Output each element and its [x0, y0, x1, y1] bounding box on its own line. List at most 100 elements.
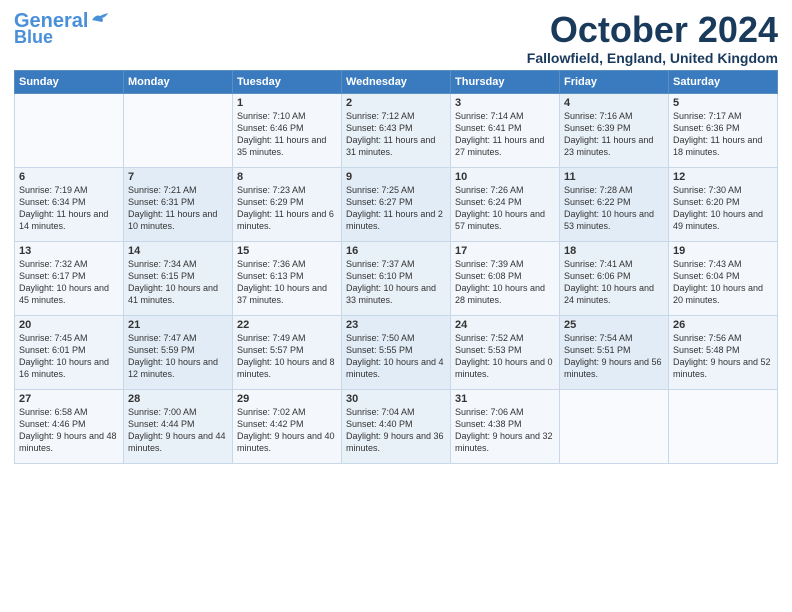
cell-content: Sunrise: 7:26 AMSunset: 6:24 PMDaylight:… — [455, 184, 555, 233]
calendar-cell: 12Sunrise: 7:30 AMSunset: 6:20 PMDayligh… — [669, 167, 778, 241]
cell-content: Sunrise: 7:10 AMSunset: 6:46 PMDaylight:… — [237, 110, 337, 159]
day-number: 24 — [455, 319, 555, 331]
location-title: Fallowfield, England, United Kingdom — [527, 50, 778, 66]
cell-content: Sunrise: 7:32 AMSunset: 6:17 PMDaylight:… — [19, 258, 119, 307]
cell-content: Sunrise: 7:21 AMSunset: 6:31 PMDaylight:… — [128, 184, 228, 233]
day-number: 11 — [564, 171, 664, 183]
day-number: 9 — [346, 171, 446, 183]
day-header-wednesday: Wednesday — [342, 70, 451, 93]
calendar-cell: 29Sunrise: 7:02 AMSunset: 4:42 PMDayligh… — [233, 389, 342, 463]
day-number: 12 — [673, 171, 773, 183]
calendar-cell — [15, 93, 124, 167]
cell-content: Sunrise: 7:45 AMSunset: 6:01 PMDaylight:… — [19, 332, 119, 381]
header: General Blue October 2024 Fallowfield, E… — [14, 10, 778, 66]
day-number: 20 — [19, 319, 119, 331]
day-number: 2 — [346, 97, 446, 109]
day-number: 28 — [128, 393, 228, 405]
day-header-monday: Monday — [124, 70, 233, 93]
day-header-saturday: Saturday — [669, 70, 778, 93]
cell-content: Sunrise: 7:28 AMSunset: 6:22 PMDaylight:… — [564, 184, 664, 233]
calendar-cell: 24Sunrise: 7:52 AMSunset: 5:53 PMDayligh… — [451, 315, 560, 389]
logo-blue: Blue — [14, 28, 53, 48]
calendar-week-1: 1Sunrise: 7:10 AMSunset: 6:46 PMDaylight… — [15, 93, 778, 167]
day-number: 6 — [19, 171, 119, 183]
day-header-sunday: Sunday — [15, 70, 124, 93]
cell-content: Sunrise: 7:04 AMSunset: 4:40 PMDaylight:… — [346, 406, 446, 455]
day-number: 7 — [128, 171, 228, 183]
day-number: 27 — [19, 393, 119, 405]
calendar-cell: 27Sunrise: 6:58 AMSunset: 4:46 PMDayligh… — [15, 389, 124, 463]
calendar-cell — [124, 93, 233, 167]
day-number: 18 — [564, 245, 664, 257]
cell-content: Sunrise: 7:56 AMSunset: 5:48 PMDaylight:… — [673, 332, 773, 381]
logo: General Blue — [14, 10, 110, 48]
calendar-week-5: 27Sunrise: 6:58 AMSunset: 4:46 PMDayligh… — [15, 389, 778, 463]
cell-content: Sunrise: 7:19 AMSunset: 6:34 PMDaylight:… — [19, 184, 119, 233]
day-number: 15 — [237, 245, 337, 257]
calendar-cell: 19Sunrise: 7:43 AMSunset: 6:04 PMDayligh… — [669, 241, 778, 315]
cell-content: Sunrise: 7:06 AMSunset: 4:38 PMDaylight:… — [455, 406, 555, 455]
cell-content: Sunrise: 7:16 AMSunset: 6:39 PMDaylight:… — [564, 110, 664, 159]
day-number: 10 — [455, 171, 555, 183]
cell-content: Sunrise: 7:23 AMSunset: 6:29 PMDaylight:… — [237, 184, 337, 233]
calendar-cell: 20Sunrise: 7:45 AMSunset: 6:01 PMDayligh… — [15, 315, 124, 389]
calendar-cell — [560, 389, 669, 463]
calendar-cell: 21Sunrise: 7:47 AMSunset: 5:59 PMDayligh… — [124, 315, 233, 389]
calendar-cell: 5Sunrise: 7:17 AMSunset: 6:36 PMDaylight… — [669, 93, 778, 167]
calendar-table: SundayMondayTuesdayWednesdayThursdayFrid… — [14, 70, 778, 464]
cell-content: Sunrise: 7:43 AMSunset: 6:04 PMDaylight:… — [673, 258, 773, 307]
cell-content: Sunrise: 7:39 AMSunset: 6:08 PMDaylight:… — [455, 258, 555, 307]
calendar-cell: 13Sunrise: 7:32 AMSunset: 6:17 PMDayligh… — [15, 241, 124, 315]
cell-content: Sunrise: 7:49 AMSunset: 5:57 PMDaylight:… — [237, 332, 337, 381]
day-number: 13 — [19, 245, 119, 257]
calendar-cell: 2Sunrise: 7:12 AMSunset: 6:43 PMDaylight… — [342, 93, 451, 167]
calendar-week-3: 13Sunrise: 7:32 AMSunset: 6:17 PMDayligh… — [15, 241, 778, 315]
cell-content: Sunrise: 7:54 AMSunset: 5:51 PMDaylight:… — [564, 332, 664, 381]
calendar-cell: 4Sunrise: 7:16 AMSunset: 6:39 PMDaylight… — [560, 93, 669, 167]
cell-content: Sunrise: 7:47 AMSunset: 5:59 PMDaylight:… — [128, 332, 228, 381]
cell-content: Sunrise: 7:50 AMSunset: 5:55 PMDaylight:… — [346, 332, 446, 381]
day-number: 4 — [564, 97, 664, 109]
day-number: 30 — [346, 393, 446, 405]
calendar-cell: 17Sunrise: 7:39 AMSunset: 6:08 PMDayligh… — [451, 241, 560, 315]
day-number: 1 — [237, 97, 337, 109]
day-number: 21 — [128, 319, 228, 331]
day-number: 5 — [673, 97, 773, 109]
calendar-cell: 30Sunrise: 7:04 AMSunset: 4:40 PMDayligh… — [342, 389, 451, 463]
calendar-cell: 8Sunrise: 7:23 AMSunset: 6:29 PMDaylight… — [233, 167, 342, 241]
cell-content: Sunrise: 7:12 AMSunset: 6:43 PMDaylight:… — [346, 110, 446, 159]
day-header-thursday: Thursday — [451, 70, 560, 93]
calendar-week-4: 20Sunrise: 7:45 AMSunset: 6:01 PMDayligh… — [15, 315, 778, 389]
cell-content: Sunrise: 7:34 AMSunset: 6:15 PMDaylight:… — [128, 258, 228, 307]
day-number: 31 — [455, 393, 555, 405]
day-number: 17 — [455, 245, 555, 257]
calendar-header-row: SundayMondayTuesdayWednesdayThursdayFrid… — [15, 70, 778, 93]
cell-content: Sunrise: 7:41 AMSunset: 6:06 PMDaylight:… — [564, 258, 664, 307]
cell-content: Sunrise: 7:17 AMSunset: 6:36 PMDaylight:… — [673, 110, 773, 159]
calendar-cell: 22Sunrise: 7:49 AMSunset: 5:57 PMDayligh… — [233, 315, 342, 389]
calendar-cell: 23Sunrise: 7:50 AMSunset: 5:55 PMDayligh… — [342, 315, 451, 389]
calendar-cell: 14Sunrise: 7:34 AMSunset: 6:15 PMDayligh… — [124, 241, 233, 315]
cell-content: Sunrise: 7:30 AMSunset: 6:20 PMDaylight:… — [673, 184, 773, 233]
cell-content: Sunrise: 6:58 AMSunset: 4:46 PMDaylight:… — [19, 406, 119, 455]
title-block: October 2024 Fallowfield, England, Unite… — [527, 10, 778, 66]
calendar-cell: 28Sunrise: 7:00 AMSunset: 4:44 PMDayligh… — [124, 389, 233, 463]
day-number: 8 — [237, 171, 337, 183]
calendar-cell: 3Sunrise: 7:14 AMSunset: 6:41 PMDaylight… — [451, 93, 560, 167]
cell-content: Sunrise: 7:36 AMSunset: 6:13 PMDaylight:… — [237, 258, 337, 307]
calendar-cell: 25Sunrise: 7:54 AMSunset: 5:51 PMDayligh… — [560, 315, 669, 389]
page-container: General Blue October 2024 Fallowfield, E… — [0, 0, 792, 470]
day-number: 25 — [564, 319, 664, 331]
day-number: 26 — [673, 319, 773, 331]
day-number: 16 — [346, 245, 446, 257]
day-number: 3 — [455, 97, 555, 109]
day-header-friday: Friday — [560, 70, 669, 93]
calendar-cell — [669, 389, 778, 463]
calendar-cell: 15Sunrise: 7:36 AMSunset: 6:13 PMDayligh… — [233, 241, 342, 315]
calendar-cell: 7Sunrise: 7:21 AMSunset: 6:31 PMDaylight… — [124, 167, 233, 241]
calendar-cell: 16Sunrise: 7:37 AMSunset: 6:10 PMDayligh… — [342, 241, 451, 315]
calendar-cell: 10Sunrise: 7:26 AMSunset: 6:24 PMDayligh… — [451, 167, 560, 241]
cell-content: Sunrise: 7:37 AMSunset: 6:10 PMDaylight:… — [346, 258, 446, 307]
logo-bird-icon — [90, 12, 110, 26]
calendar-week-2: 6Sunrise: 7:19 AMSunset: 6:34 PMDaylight… — [15, 167, 778, 241]
